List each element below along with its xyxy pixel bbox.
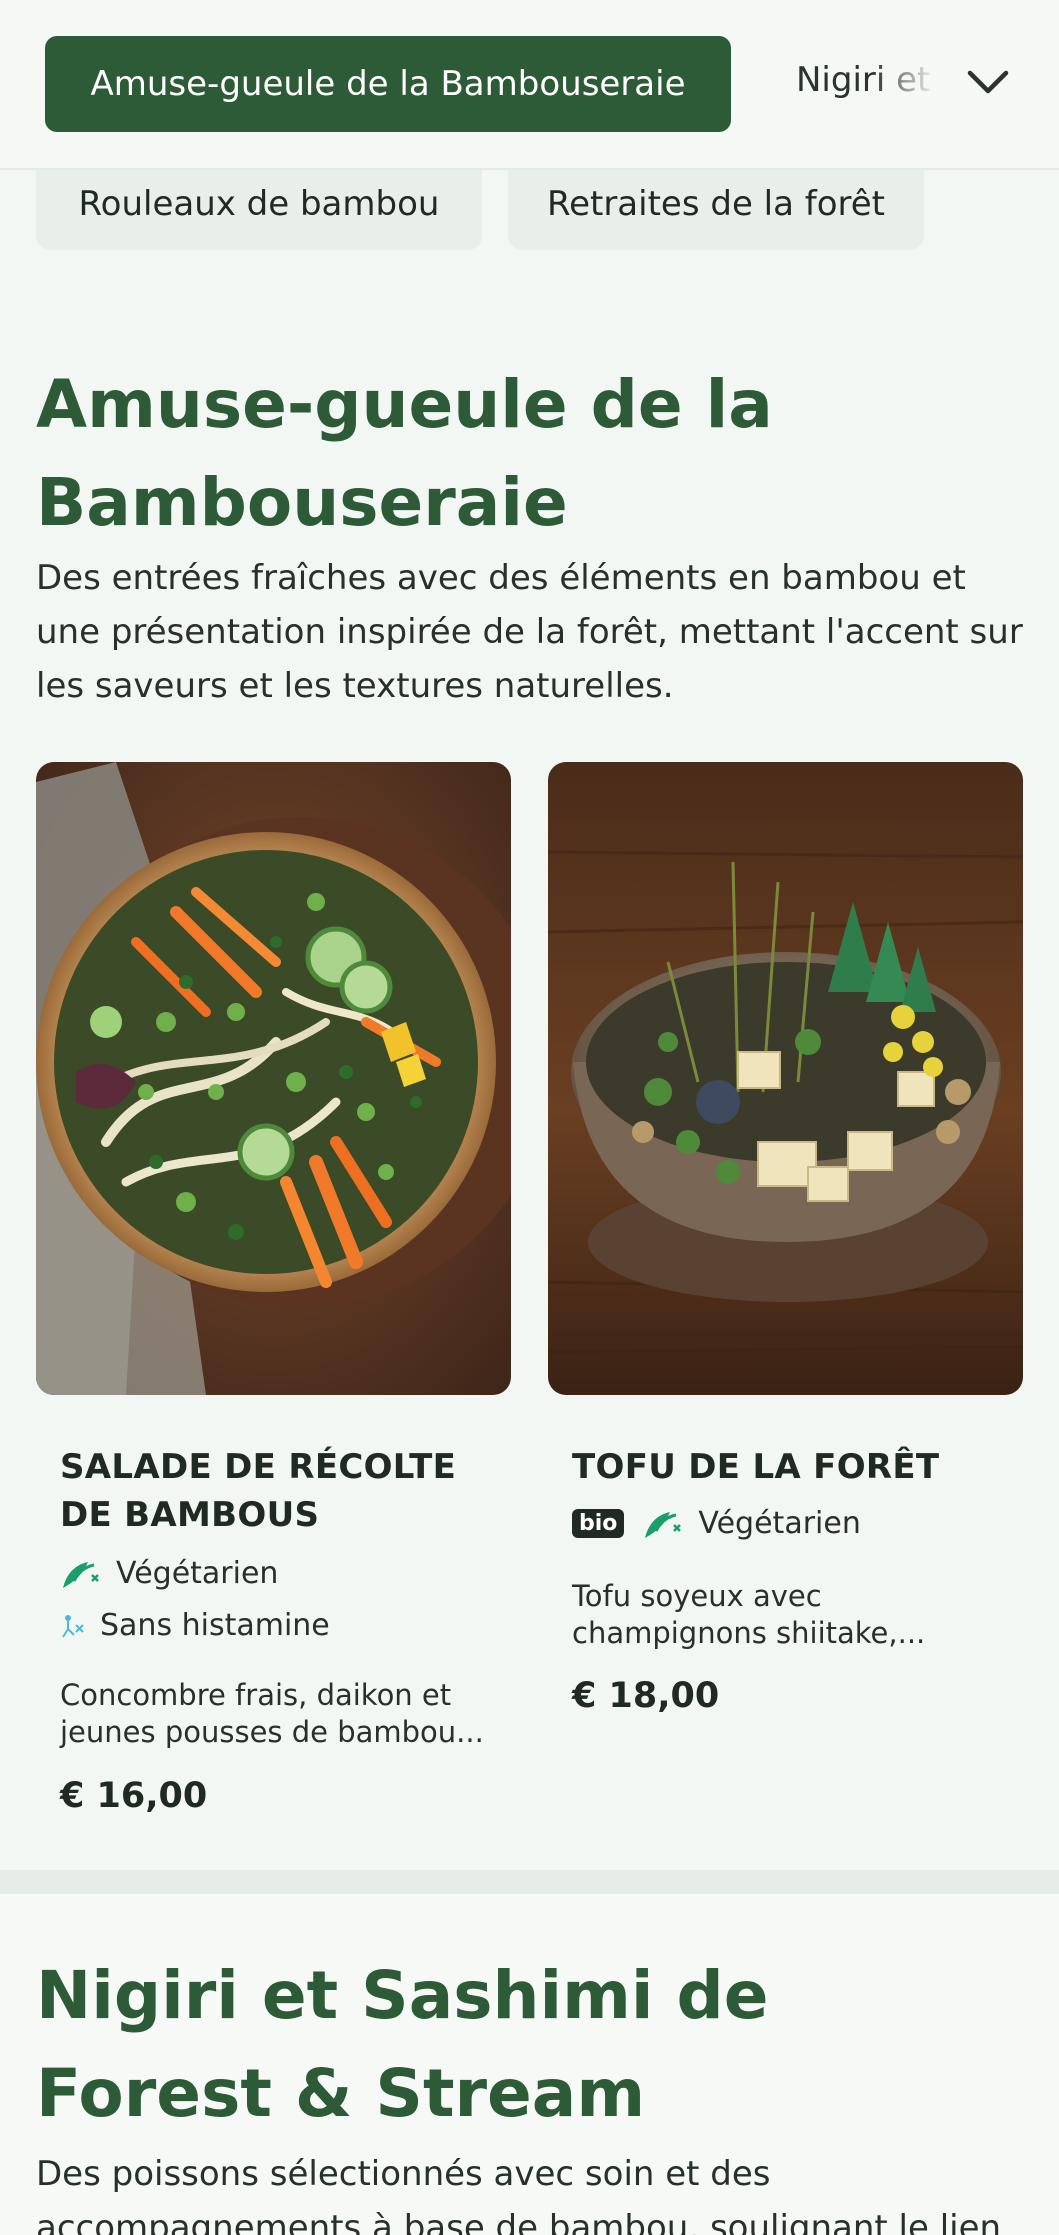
tag-label: Végétarien [698, 1506, 861, 1541]
section-divider [0, 1870, 1059, 1894]
section-title: Amuse-gueule de la Bambouseraie [36, 366, 773, 541]
category-tab-next[interactable]: Nigiri et Sashimi de Forest & Stream [796, 60, 936, 110]
dish-name[interactable]: TOFU DE LA FORÊT [572, 1443, 1012, 1491]
dish-price: € 18,00 [572, 1676, 720, 1716]
dish-image-tofu[interactable] [548, 762, 1023, 1395]
dish-name[interactable]: SALADE DE RÉCOLTE DE BAMBOUS [60, 1443, 480, 1539]
section-description: Des entrées fraîches avec des éléments e… [36, 558, 1023, 706]
tag-vegetarian: Végétarien [60, 1556, 278, 1591]
section-title: Nigiri et Sashimi de Forest & Stream [36, 1957, 769, 2132]
category-tab-active[interactable]: Amuse-gueule de la Bambouseraie [45, 36, 731, 132]
dish-description: Tofu soyeux avec champignons shiitake,..… [572, 1579, 926, 1650]
histamine-icon [60, 1611, 86, 1641]
tag-label: Végétarien [116, 1556, 279, 1591]
category-nav-bar: Amuse-gueule de la Bambouseraie Nigiri e… [0, 0, 1059, 170]
vegetarian-icon [642, 1507, 684, 1541]
section-description: Des poissons sélectionnés avec soin et d… [36, 2154, 1002, 2235]
bio-badge: bio [572, 1509, 625, 1538]
tag-label: Sans histamine [100, 1608, 330, 1643]
dish-image-salad[interactable] [36, 762, 511, 1395]
dish-price: € 16,00 [60, 1776, 208, 1816]
vegetarian-icon [60, 1557, 102, 1591]
tag-row: bio Végétarien [572, 1506, 861, 1541]
dish-description: Concombre frais, daikon et jeunes pousse… [60, 1678, 484, 1749]
tag-histamine-free: Sans histamine [60, 1608, 330, 1643]
chevron-down-icon[interactable] [960, 58, 1016, 108]
